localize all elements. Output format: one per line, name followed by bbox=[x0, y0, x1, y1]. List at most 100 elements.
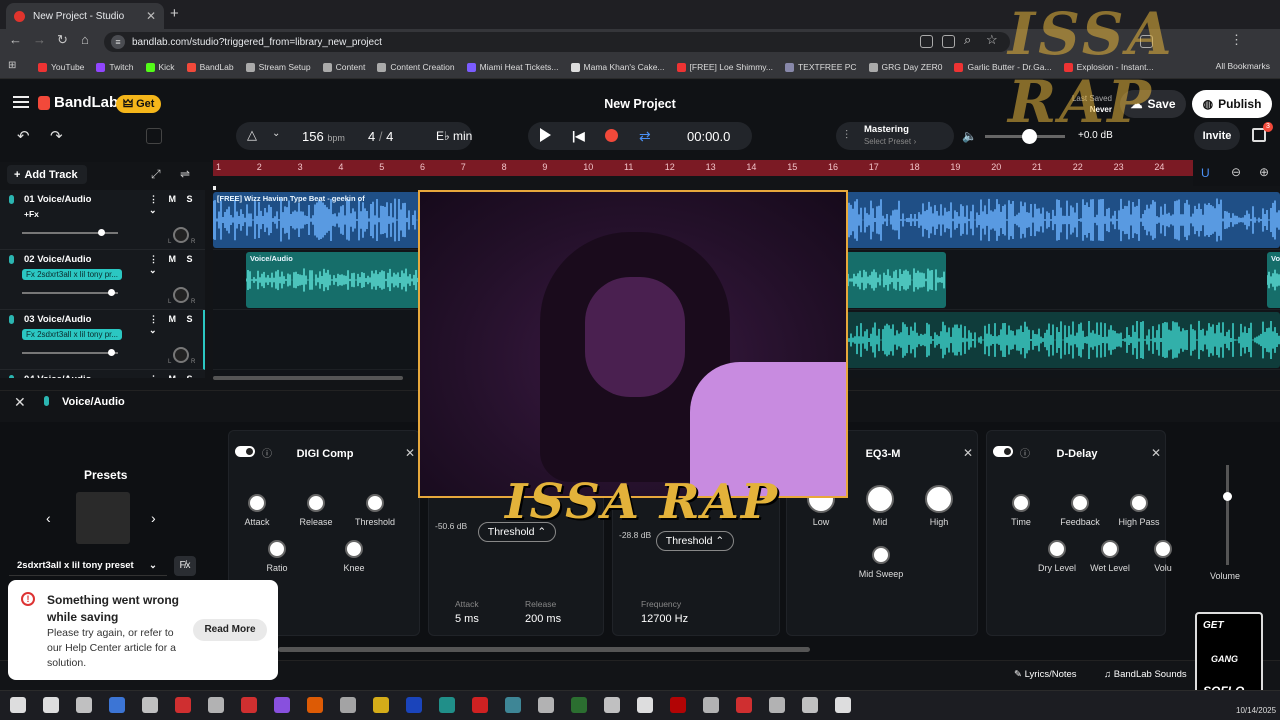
track-header[interactable]: 03 Voice/Audio ⋮ M S ⌄ Fx 2sdxrt3all x lil… bbox=[0, 310, 205, 370]
track-volume-thumb[interactable] bbox=[108, 289, 116, 296]
chevron-down-icon[interactable]: ⌄ bbox=[149, 325, 157, 335]
read-more-button[interactable]: Read More bbox=[193, 619, 267, 641]
tempo-field[interactable]: 156 bpm bbox=[302, 129, 345, 144]
bandlab-sounds-button[interactable]: ♫ BandLab Sounds bbox=[1104, 669, 1187, 680]
metronome-dropdown-icon[interactable]: ⌄ bbox=[272, 128, 280, 139]
lyrics-notes-button[interactable]: ✎ Lyrics/Notes bbox=[1014, 669, 1077, 680]
taskbar-app-icon[interactable] bbox=[637, 697, 653, 713]
taskbar-app-icon[interactable] bbox=[604, 697, 620, 713]
track-settings-icon[interactable]: ⇌ bbox=[180, 167, 190, 181]
record-icon[interactable] bbox=[605, 129, 618, 142]
taskbar-app-icon[interactable] bbox=[43, 697, 59, 713]
fx-plugin[interactable]: ⓘ D-Delay ✕ Time Feedback High Pass Dry Level W… bbox=[986, 430, 1172, 636]
fx-bypass-icon[interactable]: F̸x bbox=[174, 556, 196, 576]
taskbar-app-icon[interactable] bbox=[241, 697, 257, 713]
site-info-icon[interactable]: ≡ bbox=[111, 35, 125, 49]
get-membership-button[interactable]: 🜲 Get bbox=[116, 95, 162, 113]
track-volume-thumb[interactable] bbox=[108, 349, 116, 356]
plugin-knob[interactable] bbox=[366, 494, 384, 512]
taskbar-app-icon[interactable] bbox=[340, 697, 356, 713]
fx-chain-chip[interactable]: Fx 2sdxrt3all x lil tony pr... bbox=[22, 329, 123, 340]
timeline-scrollbar[interactable] bbox=[213, 376, 403, 380]
plugin-knob[interactable] bbox=[925, 485, 953, 513]
more-options-icon[interactable]: ⋮ bbox=[149, 314, 158, 324]
plugin-knob[interactable] bbox=[1071, 494, 1089, 512]
plugin-knob[interactable] bbox=[1012, 494, 1030, 512]
mute-button[interactable]: M bbox=[169, 314, 177, 324]
taskbar-app-icon[interactable] bbox=[670, 697, 686, 713]
track-header[interactable]: 01 Voice/Audio ⋮ M S ⌄ +Fx L R bbox=[0, 190, 205, 250]
zoom-out-icon[interactable]: ⊖ bbox=[1231, 165, 1241, 179]
taskbar-app-icon[interactable] bbox=[538, 697, 554, 713]
forward-icon[interactable]: → bbox=[33, 32, 46, 47]
previous-preset-icon[interactable]: ‹ bbox=[46, 510, 51, 526]
cast-icon[interactable] bbox=[920, 35, 933, 48]
plugin-knob[interactable] bbox=[268, 540, 286, 558]
taskbar-app-icon[interactable] bbox=[175, 697, 191, 713]
taskbar-app-icon[interactable] bbox=[142, 697, 158, 713]
bookmark-item[interactable]: GRG Day ZER0 bbox=[868, 62, 942, 72]
bookmark-item[interactable]: Twitch bbox=[96, 62, 134, 72]
track-volume-slider[interactable] bbox=[22, 352, 118, 354]
taskbar-app-icon[interactable] bbox=[571, 697, 587, 713]
bandlab-logo[interactable]: BandLab bbox=[38, 94, 118, 111]
bookmark-item[interactable]: YouTube bbox=[38, 62, 84, 72]
track-name[interactable]: 04 Voice/Audio bbox=[24, 374, 91, 378]
bookmark-item[interactable]: Content bbox=[322, 62, 365, 72]
next-preset-icon[interactable]: › bbox=[151, 510, 156, 526]
browser-tab[interactable]: New Project - Studio ✕ bbox=[6, 3, 164, 29]
solo-button[interactable]: S bbox=[187, 254, 193, 264]
add-track-button[interactable]: + Add Track bbox=[7, 165, 87, 184]
preset-select[interactable]: 2sdxrt3all x lil tony preset ⌄ bbox=[9, 556, 167, 576]
pan-knob[interactable] bbox=[173, 287, 189, 303]
metronome-icon[interactable]: △ bbox=[247, 127, 257, 143]
undo-icon[interactable]: ↶ bbox=[17, 127, 30, 145]
plugin-knob[interactable] bbox=[1154, 540, 1172, 558]
audio-clip[interactable]: dio bbox=[813, 312, 1280, 368]
taskbar-app-icon[interactable] bbox=[472, 697, 488, 713]
taskbar-app-icon[interactable] bbox=[307, 697, 323, 713]
taskbar-app-icon[interactable] bbox=[76, 697, 92, 713]
mute-button[interactable]: M bbox=[169, 254, 177, 264]
bookmark-item[interactable]: Miami Heat Tickets... bbox=[466, 62, 559, 72]
fx-horizontal-scrollbar[interactable] bbox=[278, 647, 810, 652]
taskbar-app-icon[interactable] bbox=[505, 697, 521, 713]
fx-volume-thumb[interactable] bbox=[1223, 492, 1232, 501]
taskbar-app-icon[interactable] bbox=[802, 697, 818, 713]
add-fx-button[interactable]: +Fx bbox=[24, 209, 39, 219]
reload-icon[interactable]: ↻ bbox=[57, 32, 68, 48]
plugin-knob[interactable] bbox=[248, 494, 266, 512]
bookmark-item[interactable]: TEXTFREE PC bbox=[784, 62, 857, 72]
chevron-down-icon[interactable]: ⌄ bbox=[149, 265, 157, 275]
taskbar-app-icon[interactable] bbox=[10, 697, 26, 713]
remove-plugin-icon[interactable]: ✕ bbox=[963, 446, 973, 460]
threshold-select[interactable]: Threshold ⌃ bbox=[656, 531, 734, 551]
automation-icon[interactable]: ⤢ bbox=[151, 167, 161, 182]
remove-plugin-icon[interactable]: ✕ bbox=[1151, 446, 1161, 460]
bookmark-item[interactable]: [FREE] Loe Shimmy... bbox=[676, 62, 773, 72]
plugin-knob[interactable] bbox=[1130, 494, 1148, 512]
bookmark-star-icon[interactable]: ☆ bbox=[986, 32, 998, 48]
home-icon[interactable]: ⌂ bbox=[81, 32, 89, 47]
audio-clip[interactable]: Voi bbox=[1267, 252, 1280, 308]
taskbar-app-icon[interactable] bbox=[274, 697, 290, 713]
timeline-ruler[interactable]: 1 2 3 4 5 6 7 8 9 10 11 12 13 14 15 16 17 18 19 20 21 22 23 24 bbox=[213, 160, 1193, 176]
solo-button[interactable]: S bbox=[187, 314, 193, 324]
taskbar-app-icon[interactable] bbox=[769, 697, 785, 713]
plugin-knob[interactable] bbox=[1048, 540, 1066, 558]
taskbar-app-icon[interactable] bbox=[208, 697, 224, 713]
track-name[interactable]: 01 Voice/Audio bbox=[24, 194, 91, 205]
plugin-knob[interactable] bbox=[872, 546, 890, 564]
track-name[interactable]: 03 Voice/Audio bbox=[24, 314, 91, 325]
mute-button[interactable]: M bbox=[169, 194, 177, 204]
bookmark-item[interactable]: Mama Khan's Cake... bbox=[570, 62, 665, 72]
loop-icon[interactable]: ⇄ bbox=[639, 128, 651, 145]
key-field[interactable]: E♭ min bbox=[436, 129, 472, 143]
more-options-icon[interactable]: ⋮ bbox=[149, 254, 158, 264]
track-name[interactable]: 02 Voice/Audio bbox=[24, 254, 91, 265]
time-signature-field[interactable]: 4 / 4 bbox=[368, 129, 393, 144]
taskbar-app-icon[interactable] bbox=[736, 697, 752, 713]
plugin-knob[interactable] bbox=[866, 485, 894, 513]
fx-volume-slider[interactable] bbox=[1226, 465, 1229, 565]
translate-icon[interactable] bbox=[942, 35, 955, 48]
